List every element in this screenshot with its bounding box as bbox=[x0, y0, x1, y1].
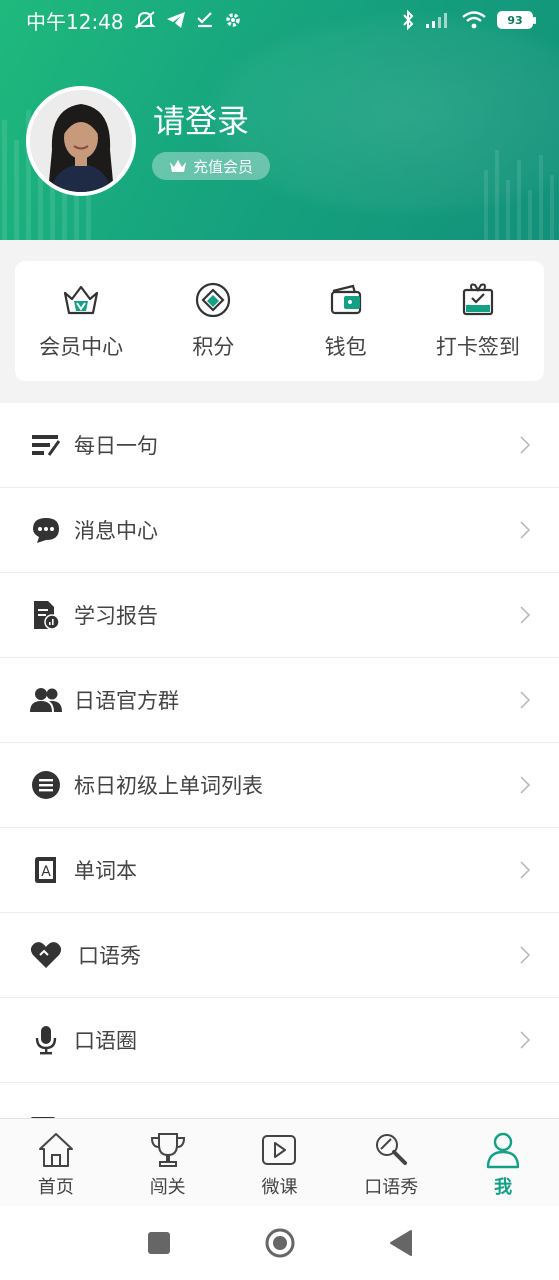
menu-item-daily-sentence[interactable]: 每日一句 bbox=[0, 403, 559, 488]
menu-item-label: 口语圈 bbox=[74, 1029, 137, 1053]
menu-item-official-group[interactable]: 日语官方群 bbox=[0, 658, 559, 743]
report-document-icon bbox=[34, 601, 60, 630]
chevron-right-icon bbox=[520, 776, 531, 794]
message-bubble-icon bbox=[33, 518, 59, 543]
bottom-tab-bar: 首页 闯关 微课 口语秀 我 bbox=[0, 1118, 559, 1206]
quick-action-member-center[interactable]: 会员中心 bbox=[15, 261, 147, 381]
settings-menu-list: 每日一句 消息中心 学习报告 日语官方群 标日初级上单词列表 A 单词本 口语秀… bbox=[0, 403, 559, 1123]
menu-item-word-list[interactable]: 标日初级上单词列表 bbox=[0, 743, 559, 828]
search-mic-icon bbox=[376, 1134, 408, 1165]
person-icon bbox=[486, 1132, 520, 1169]
recents-square-icon[interactable] bbox=[147, 1231, 171, 1255]
quick-action-points[interactable]: 积分 bbox=[147, 261, 279, 381]
tab-label: 微课 bbox=[261, 1177, 298, 1198]
quick-action-checkin[interactable]: 打卡签到 bbox=[412, 261, 544, 381]
checkin-gift-icon bbox=[462, 283, 493, 316]
tab-speaking-show[interactable]: 口语秀 bbox=[335, 1119, 447, 1206]
chevron-right-icon bbox=[520, 946, 531, 964]
status-bar: 中午12:48 93 bbox=[0, 0, 559, 40]
telegram-icon bbox=[166, 12, 185, 28]
crown-icon bbox=[169, 160, 186, 172]
menu-item-label: 日语官方群 bbox=[74, 689, 179, 713]
checklist-icon bbox=[196, 12, 212, 28]
tab-label: 我 bbox=[494, 1177, 513, 1198]
chevron-right-icon bbox=[520, 606, 531, 624]
home-circle-icon[interactable] bbox=[264, 1227, 296, 1259]
tab-label: 首页 bbox=[37, 1177, 74, 1198]
login-title[interactable]: 请登录 bbox=[153, 96, 249, 142]
microphone-icon bbox=[35, 1026, 57, 1055]
wallet-icon bbox=[330, 284, 361, 315]
battery-indicator: 93 bbox=[497, 11, 536, 29]
menu-item-study-report[interactable]: 学习报告 bbox=[0, 573, 559, 658]
points-diamond-icon bbox=[196, 282, 231, 318]
daily-sentence-icon bbox=[32, 435, 61, 456]
settings-gear-icon bbox=[225, 13, 240, 27]
system-navigation-bar bbox=[0, 1206, 559, 1280]
bluetooth-icon bbox=[403, 10, 414, 30]
menu-item-partial bbox=[0, 1083, 559, 1123]
chevron-right-icon bbox=[520, 521, 531, 539]
menu-item-label: 标日初级上单词列表 bbox=[74, 774, 263, 798]
menu-item-wordbook[interactable]: A 单词本 bbox=[0, 828, 559, 913]
chevron-right-icon bbox=[520, 436, 531, 454]
quick-action-label: 钱包 bbox=[324, 335, 367, 359]
quick-actions-card: 会员中心 积分 钱包 打卡签到 bbox=[15, 261, 544, 381]
status-time: 中午12:48 bbox=[26, 9, 124, 34]
tab-me[interactable]: 我 bbox=[447, 1119, 559, 1206]
quick-action-label: 会员中心 bbox=[39, 335, 124, 359]
back-triangle-icon[interactable] bbox=[389, 1229, 413, 1257]
vip-badge-label: 充值会员 bbox=[192, 157, 253, 176]
svg-text:A: A bbox=[41, 864, 51, 880]
home-icon bbox=[38, 1133, 73, 1167]
list-circle-icon bbox=[32, 771, 60, 799]
avatar[interactable] bbox=[26, 86, 136, 196]
menu-item-label: 单词本 bbox=[74, 859, 137, 883]
quick-action-label: 积分 bbox=[192, 335, 235, 359]
trophy-icon bbox=[150, 1133, 185, 1167]
quick-action-label: 打卡签到 bbox=[435, 335, 520, 359]
tab-challenge[interactable]: 闯关 bbox=[112, 1119, 224, 1206]
group-users-icon bbox=[30, 688, 62, 712]
mute-icon bbox=[134, 11, 156, 29]
tab-micro-course[interactable]: 微课 bbox=[224, 1119, 336, 1206]
tab-label: 口语秀 bbox=[364, 1177, 419, 1198]
menu-item-label: 每日一句 bbox=[74, 434, 158, 458]
menu-item-message-center[interactable]: 消息中心 bbox=[0, 488, 559, 573]
wordbook-icon: A bbox=[35, 857, 56, 883]
video-play-icon bbox=[262, 1135, 297, 1165]
chevron-right-icon bbox=[520, 1031, 531, 1049]
menu-item-label: 学习报告 bbox=[74, 604, 158, 628]
quick-action-wallet[interactable]: 钱包 bbox=[280, 261, 412, 381]
vip-recharge-button[interactable]: 充值会员 bbox=[152, 152, 270, 180]
wifi-icon bbox=[462, 11, 486, 29]
chevron-right-icon bbox=[520, 861, 531, 879]
avatar-portrait bbox=[30, 90, 132, 192]
tab-home[interactable]: 首页 bbox=[0, 1119, 112, 1206]
menu-item-speaking-show[interactable]: 口语秀 bbox=[0, 913, 559, 998]
signal-icon bbox=[426, 13, 447, 28]
chevron-right-icon bbox=[520, 691, 531, 709]
menu-item-label: 消息中心 bbox=[74, 519, 158, 543]
tab-label: 闯关 bbox=[149, 1177, 186, 1198]
menu-item-label: 口语秀 bbox=[78, 944, 141, 968]
header-decoration-right bbox=[484, 150, 554, 240]
profile-header: 中午12:48 93 请登录 充值会员 bbox=[0, 0, 559, 240]
crown-basket-icon bbox=[64, 285, 99, 315]
heart-icon bbox=[30, 942, 62, 968]
menu-item-speaking-circle[interactable]: 口语圈 bbox=[0, 998, 559, 1083]
